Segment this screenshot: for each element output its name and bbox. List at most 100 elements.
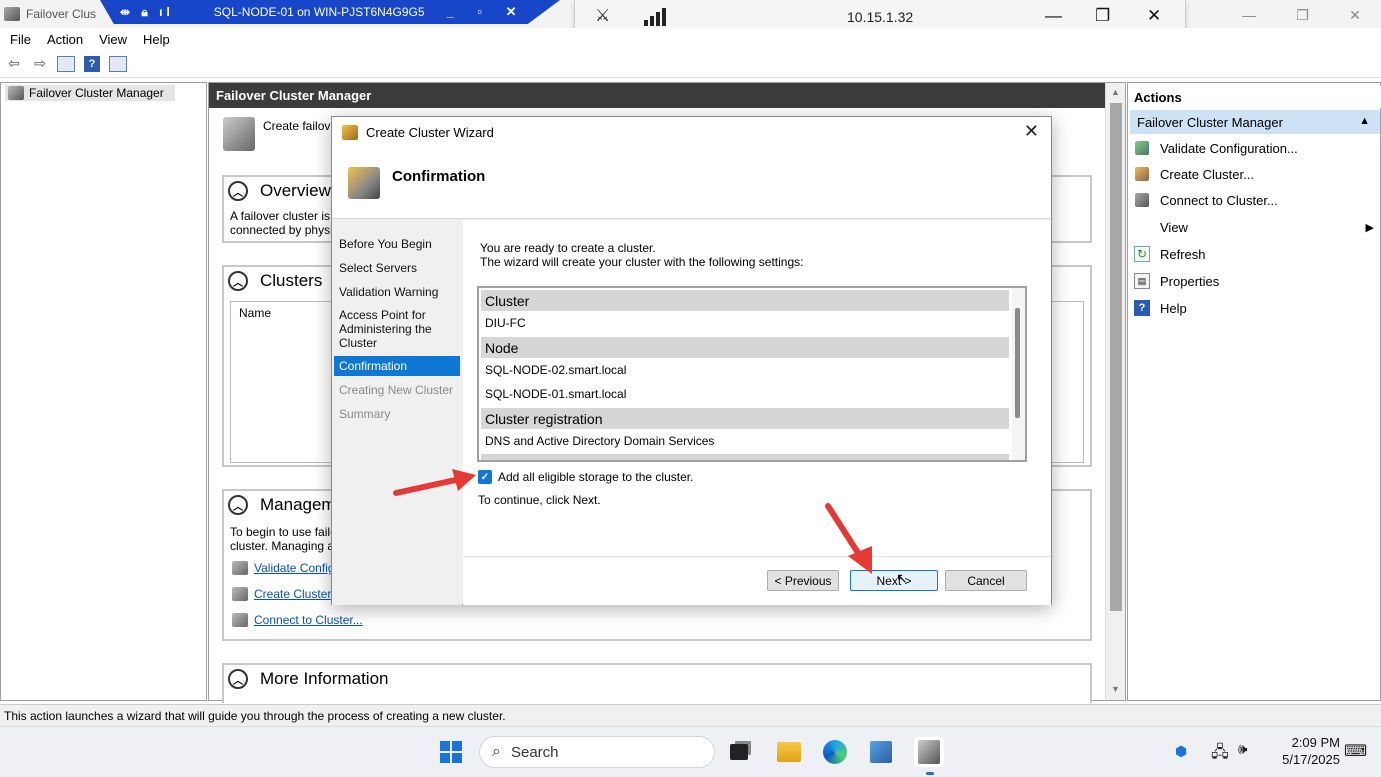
wizard-page-title: Confirmation [392, 168, 486, 185]
submenu-arrow-icon: ▶ [1365, 221, 1374, 234]
collapse-icon[interactable]: ︿ [228, 271, 248, 291]
menu-bar: File Action View Help [0, 28, 1381, 50]
overview-header[interactable]: ︿ Overview [228, 181, 331, 201]
action-pane-icon[interactable] [108, 54, 128, 74]
wizard-title-bar[interactable]: Create Cluster Wizard ✕ [332, 117, 1051, 147]
rdp-connection-bar[interactable]: ⇹ 🔒︎ ıl SQL-NODE-01 on WIN-PJST6N4G9G5 _… [100, 0, 560, 24]
center-scrollbar[interactable]: ▲ ▼ [1105, 83, 1125, 700]
step-confirmation[interactable]: Confirmation [334, 356, 460, 376]
step-validation-warning[interactable]: Validation Warning [334, 285, 460, 299]
connect-cluster-link-label[interactable]: Connect to Cluster... [254, 613, 363, 627]
action-connect-to-cluster[interactable]: Connect to Cluster... [1134, 189, 1278, 211]
signal-strength-icon [644, 8, 666, 26]
show-hide-tree-icon[interactable] [56, 54, 76, 74]
next-button[interactable]: Next > [850, 570, 938, 591]
create-cluster-link[interactable]: Create Cluster... [232, 587, 341, 601]
network-app-icon[interactable] [866, 737, 896, 767]
taskbar-search[interactable]: ⌕ Search [479, 736, 715, 768]
forward-arrow-icon[interactable]: ⇨ [30, 54, 50, 74]
validate-link-label[interactable]: Validate Configu [254, 561, 341, 575]
validate-config-link[interactable]: Validate Configu [232, 561, 341, 575]
collapse-icon[interactable]: ︿ [228, 669, 248, 689]
action-validate-configuration[interactable]: Validate Configuration... [1134, 137, 1298, 159]
value-node-2: SQL-NODE-01.smart.local [485, 387, 627, 401]
notifications-icon[interactable]: ⌨︎ [1344, 741, 1367, 761]
step-before-you-begin[interactable]: Before You Begin [334, 237, 460, 251]
step-access-point[interactable]: Access Point for Administering the Clust… [334, 308, 460, 350]
intro-block: Create failov [223, 117, 330, 151]
failover-cluster-taskbar-icon[interactable] [914, 737, 944, 767]
restore-remote-icon[interactable]: ❐ [1095, 6, 1110, 26]
action-label: Validate Configuration... [1160, 140, 1298, 156]
search-icon: ⌕ [492, 743, 501, 760]
maximize-icon[interactable]: ❐ [1296, 7, 1309, 24]
add-storage-label[interactable]: Add all eligible storage to the cluster. [498, 470, 693, 484]
connect-cluster-link[interactable]: Connect to Cluster... [232, 613, 363, 627]
management-header[interactable]: ︿ Managem [228, 495, 336, 515]
action-view[interactable]: View ▶ [1134, 216, 1374, 238]
wizard-separator [463, 556, 1051, 557]
tray-app-icon[interactable]: ⬢ [1175, 743, 1187, 760]
back-arrow-icon[interactable]: ⇦ [4, 54, 24, 74]
properties-icon: ▤ [1134, 273, 1150, 289]
clusters-header[interactable]: ︿ Clusters [228, 271, 322, 291]
close-remote-icon[interactable]: ✕ [1147, 6, 1161, 26]
menu-help[interactable]: Help [143, 32, 170, 47]
overview-title: Overview [260, 181, 331, 200]
more-info-header[interactable]: ︿ More Information [228, 669, 389, 689]
minimize-icon[interactable]: — [1242, 7, 1256, 23]
help-icon[interactable]: ? [82, 54, 102, 74]
scroll-down-icon[interactable]: ▼ [1111, 684, 1120, 694]
menu-view[interactable]: View [99, 32, 127, 47]
column-name[interactable]: Name [239, 306, 271, 320]
cluster-app-icon [4, 7, 20, 21]
task-view-icon[interactable] [724, 737, 754, 767]
overview-line2: connected by physi [230, 223, 333, 237]
group-cluster-registration: Cluster registration [481, 408, 1009, 429]
menu-file[interactable]: File [10, 32, 31, 47]
rdp-window-controls[interactable]: _ ▫ ✕ [447, 4, 527, 20]
action-help[interactable]: ? Help [1134, 297, 1187, 319]
close-icon[interactable]: ✕ [1349, 7, 1361, 24]
settings-scroll-thumb[interactable] [1015, 308, 1020, 418]
add-storage-option[interactable]: ✓ Add all eligible storage to the cluste… [478, 470, 693, 484]
create-cluster-icon [232, 587, 248, 601]
blank-icon [1134, 219, 1150, 235]
network-icon[interactable]: 🖧︎ [1211, 741, 1229, 768]
action-properties[interactable]: ▤ Properties [1134, 270, 1219, 292]
intro-line2: The wizard will create your cluster with… [480, 255, 804, 269]
collapse-icon[interactable]: ︿ [228, 181, 248, 201]
rdp-pin-icon[interactable]: ⇹ 🔒︎ ıl [120, 5, 174, 20]
file-explorer-icon[interactable] [774, 737, 804, 767]
navigation-tree: Failover Cluster Manager [0, 82, 207, 701]
validate-icon [1134, 140, 1150, 156]
close-icon[interactable]: ✕ [1024, 121, 1039, 142]
create-cluster-icon [1134, 166, 1150, 182]
action-create-cluster[interactable]: Create Cluster... [1134, 163, 1254, 185]
add-storage-checkbox[interactable]: ✓ [478, 470, 492, 484]
step-select-servers[interactable]: Select Servers [334, 261, 460, 275]
system-clock[interactable]: 2:09 PM 5/17/2025 [1270, 734, 1340, 768]
action-refresh[interactable]: ↻ Refresh [1134, 243, 1206, 265]
taskbar: ⌕ Search ⬢ 🖧︎ 🕪︎ 2:09 PM 5/17/2025 ⌨︎ [0, 726, 1381, 777]
actions-subheader[interactable]: Failover Cluster Manager ▲ [1130, 110, 1380, 134]
clock-time: 2:09 PM [1291, 735, 1340, 750]
rdp-title: SQL-NODE-01 on WIN-PJST6N4G9G5 [213, 5, 425, 19]
unpin-icon[interactable]: ⚔ [595, 6, 610, 26]
start-button[interactable] [436, 737, 466, 767]
create-cluster-link-label[interactable]: Create Cluster... [254, 587, 341, 601]
cancel-button[interactable]: Cancel [945, 570, 1027, 591]
volume-icon[interactable]: 🕪︎ [1238, 741, 1247, 758]
menu-action[interactable]: Action [47, 32, 83, 47]
minimize-remote-icon[interactable]: — [1045, 6, 1062, 26]
previous-button[interactable]: < Previous [767, 570, 839, 591]
collapse-icon[interactable]: ︿ [228, 495, 248, 515]
settings-list[interactable]: Cluster DIU-FC Node SQL-NODE-02.smart.lo… [477, 286, 1027, 462]
scroll-up-icon[interactable]: ▲ [1111, 87, 1120, 97]
wizard-intro: You are ready to create a cluster. The w… [480, 241, 1040, 269]
scroll-thumb[interactable] [1110, 103, 1122, 611]
collapse-triangle-icon[interactable]: ▲ [1359, 115, 1370, 127]
edge-browser-icon[interactable] [820, 737, 850, 767]
tree-item-failover-cluster-manager[interactable]: Failover Cluster Manager [5, 85, 175, 101]
settings-scrollbar[interactable] [1012, 288, 1025, 460]
